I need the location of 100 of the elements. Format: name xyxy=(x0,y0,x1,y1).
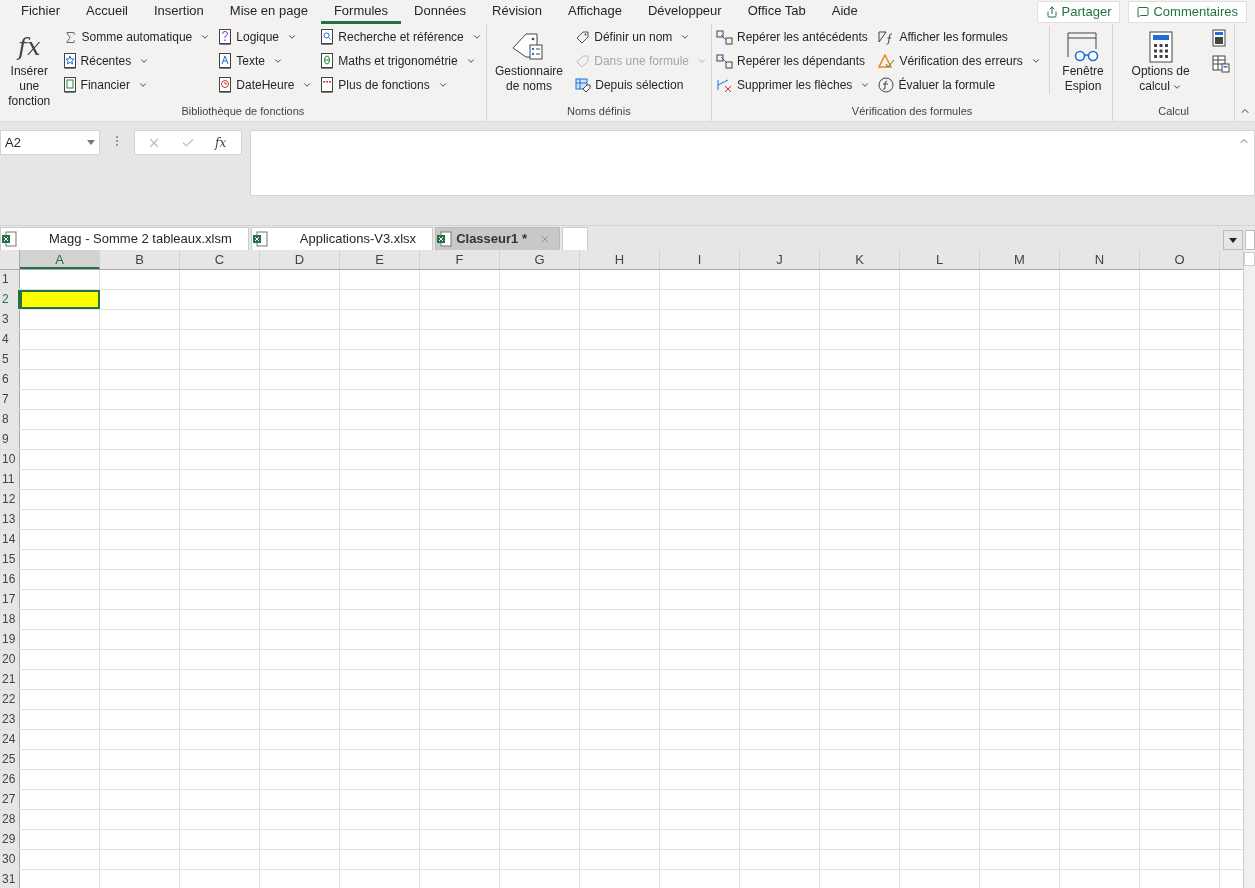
menu-tab[interactable]: Données xyxy=(401,0,480,24)
menu-tab[interactable]: Accueil xyxy=(73,0,141,24)
function-glyph: fx xyxy=(15,32,42,63)
menu-tab[interactable]: Aide xyxy=(818,0,871,24)
formula-field[interactable] xyxy=(250,130,1255,196)
share-button[interactable]: Partager xyxy=(1036,1,1121,23)
sheet-calculator-icon[interactable] xyxy=(1212,55,1230,73)
tag-icon xyxy=(575,53,591,69)
clock-document-icon xyxy=(218,77,233,93)
ribbon-small-button[interactable]: Recherche et référence xyxy=(320,26,482,48)
row-header[interactable]: 12 xyxy=(0,490,20,509)
row-header[interactable]: 15 xyxy=(0,550,20,569)
scroll-up-button[interactable] xyxy=(1244,252,1255,266)
column-header[interactable]: K xyxy=(820,250,900,269)
menu-tab[interactable]: Insertion xyxy=(140,0,217,24)
column-header[interactable]: L xyxy=(900,250,980,269)
ribbon-small-button[interactable]: Financier xyxy=(62,74,211,96)
row-header[interactable]: 20 xyxy=(0,650,20,669)
menu-tab[interactable]: Mise en page xyxy=(216,0,321,24)
row-header[interactable]: 25 xyxy=(0,750,20,769)
ribbon-large-button[interactable]: fx Insérer une fonction xyxy=(4,26,55,109)
row-header[interactable]: 17 xyxy=(0,590,20,609)
ribbon-small-button[interactable]: Afficher les formules xyxy=(878,26,1041,48)
column-header[interactable]: F xyxy=(420,250,500,269)
row-header[interactable]: 13 xyxy=(0,510,20,529)
column-header[interactable]: I xyxy=(660,250,740,269)
comments-button[interactable]: Commentaires xyxy=(1128,1,1247,23)
row-header[interactable]: 14 xyxy=(0,530,20,549)
column-header[interactable]: E xyxy=(340,250,420,269)
row-header[interactable]: 10 xyxy=(0,450,20,469)
group-label: Noms définis xyxy=(566,104,632,119)
ribbon-large-button[interactable]: Fenêtre Espion xyxy=(1048,26,1109,94)
group-label: Vérification des formules xyxy=(850,104,974,119)
row-header[interactable]: 24 xyxy=(0,730,20,749)
ribbon-large-button[interactable]: Options de calcul xyxy=(1117,26,1204,94)
column-header[interactable]: J xyxy=(740,250,820,269)
row-header[interactable]: 26 xyxy=(0,770,20,789)
row-header[interactable]: 1 xyxy=(0,270,20,289)
row-header[interactable]: 31 xyxy=(0,870,20,888)
row-header[interactable]: 30 xyxy=(0,850,20,869)
row-header[interactable]: 6 xyxy=(0,370,20,389)
name-box[interactable]: A2 xyxy=(0,130,100,155)
group-label: Bibliothèque de fonctions xyxy=(180,104,306,119)
row-header[interactable]: 4 xyxy=(0,330,20,349)
ribbon-small-button[interactable]: Supprimer les flèches xyxy=(716,74,871,96)
row-header[interactable]: 3 xyxy=(0,310,20,329)
workbook-tab[interactable]: Applications-V3.xlsx xyxy=(250,227,434,250)
ribbon-small-button[interactable]: Somme automatique xyxy=(62,26,211,48)
workbook-tab[interactable]: Magg - Somme 2 tableaux.xlsm xyxy=(0,227,249,250)
share-icon xyxy=(1045,6,1058,18)
column-header[interactable]: G xyxy=(500,250,580,269)
ribbon-small-button[interactable]: Depuis sélection xyxy=(575,74,707,96)
column-header[interactable]: M xyxy=(980,250,1060,269)
row-header[interactable]: 5 xyxy=(0,350,20,369)
column-header[interactable]: O xyxy=(1140,250,1220,269)
ribbon-small-button[interactable]: Définir un nom xyxy=(575,26,707,48)
row-header[interactable]: 8 xyxy=(0,410,20,429)
menu-tab[interactable]: Affichage xyxy=(554,0,635,24)
row-header[interactable]: 22 xyxy=(0,690,20,709)
ribbon-small-button[interactable]: Évaluer la formule xyxy=(878,74,1041,96)
row-header[interactable]: 23 xyxy=(0,710,20,729)
ribbon-small-button[interactable]: Vérification des erreurs xyxy=(878,50,1041,72)
ribbon-small-button[interactable]: Repérer les dépendants xyxy=(716,50,871,72)
workbook-tab[interactable]: Classeur1 * xyxy=(435,227,560,250)
letter-document-icon xyxy=(218,53,233,69)
menu-tab[interactable]: Développeur xyxy=(634,0,735,24)
row-header[interactable]: 29 xyxy=(0,830,20,849)
ribbon-large-button[interactable]: Gestionnaire de noms xyxy=(490,26,568,94)
vertical-scrollbar[interactable] xyxy=(1243,250,1255,888)
column-header[interactable]: H xyxy=(580,250,660,269)
row-header[interactable]: 11 xyxy=(0,470,20,489)
ribbon-small-button[interactable]: Plus de fonctions xyxy=(320,74,482,96)
column-header[interactable]: N xyxy=(1060,250,1140,269)
column-header[interactable]: C xyxy=(180,250,260,269)
watch-window-glasses-icon xyxy=(1066,31,1100,63)
row-header[interactable]: 7 xyxy=(0,390,20,409)
column-header[interactable]: A xyxy=(20,250,100,269)
row-header[interactable]: 21 xyxy=(0,670,20,689)
calculator-icon[interactable] xyxy=(1212,29,1226,47)
insert-function-button[interactable]: fx xyxy=(215,133,227,152)
selected-cell[interactable] xyxy=(20,290,100,309)
ribbon-small-button[interactable]: Maths et trigonométrie xyxy=(320,50,482,72)
column-header[interactable]: D xyxy=(260,250,340,269)
row-header[interactable]: 18 xyxy=(0,610,20,629)
row-header[interactable]: 9 xyxy=(0,430,20,449)
menu-tab[interactable]: Fichier xyxy=(8,0,73,24)
ribbon-small-button[interactable]: Récentes xyxy=(62,50,211,72)
ribbon-small-button[interactable]: Repérer les antécédents xyxy=(716,26,871,48)
column-header[interactable]: B xyxy=(100,250,180,269)
ribbon-small-button[interactable]: Texte xyxy=(218,50,313,72)
row-header[interactable]: 16 xyxy=(0,570,20,589)
menu-tab[interactable]: Office Tab xyxy=(734,0,819,24)
row-header[interactable]: 19 xyxy=(0,630,20,649)
new-tab-button[interactable] xyxy=(561,227,588,250)
row-header[interactable]: 2 xyxy=(0,290,20,309)
row-header[interactable]: 28 xyxy=(0,810,20,829)
menu-tab[interactable]: Révision xyxy=(479,0,555,24)
ribbon-small-button[interactable]: DateHeure xyxy=(218,74,313,96)
row-header[interactable]: 27 xyxy=(0,790,20,809)
ribbon-small-button[interactable]: Logique xyxy=(218,26,313,48)
